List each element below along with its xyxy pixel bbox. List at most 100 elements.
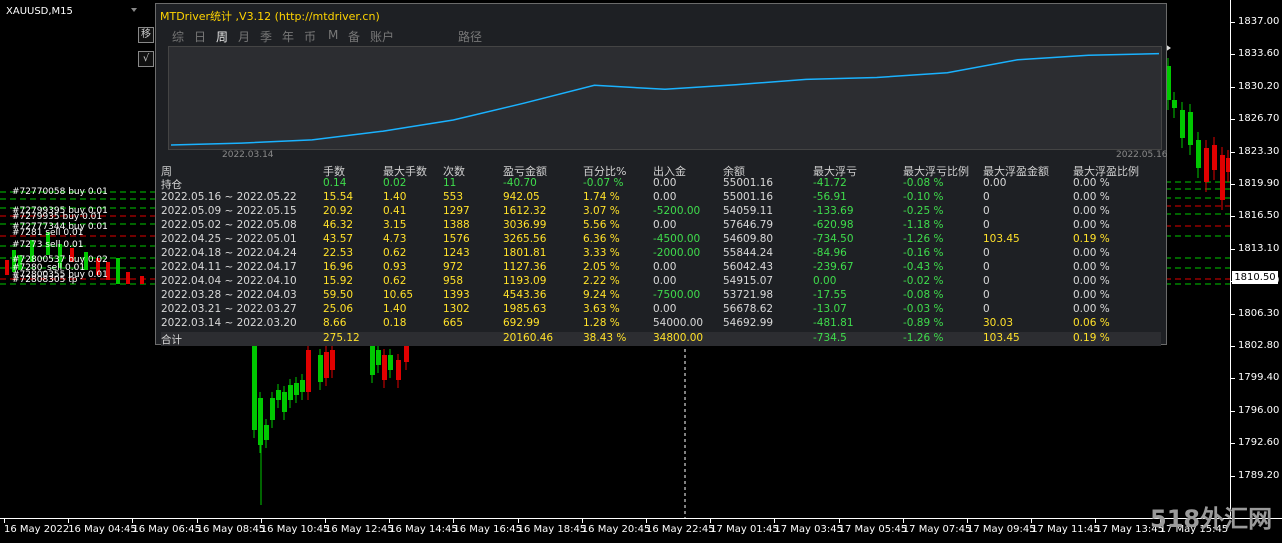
tab-7[interactable]: M xyxy=(328,28,338,42)
candle xyxy=(370,345,375,375)
table-cell: 0.41 xyxy=(383,205,407,217)
time-tick: 17 May 01:45 xyxy=(710,519,779,535)
tab-5[interactable]: 年 xyxy=(282,28,294,45)
candle xyxy=(1212,145,1217,170)
table-cell: 54059.11 xyxy=(723,205,774,217)
table-row: 2022.05.09 ~ 2022.05.15 20.92 0.41 1297 1612… xyxy=(161,205,1161,219)
table-cell: 25.06 xyxy=(323,303,354,315)
tab-10[interactable]: 路径 xyxy=(458,28,482,45)
table-cell: -0.03 % xyxy=(903,303,944,315)
table-cell: -0.02 % xyxy=(903,275,944,287)
table-cell: 0.00 % xyxy=(1073,219,1110,231)
time-tick: 17 May 07:45 xyxy=(902,519,972,535)
table-cell: 0 xyxy=(983,261,990,273)
table-cell: 3.07 % xyxy=(583,205,620,217)
price-tick: 1830.20 xyxy=(1231,81,1282,93)
table-cell: 1.28 % xyxy=(583,317,620,329)
table-cell: 0.00 xyxy=(653,275,677,287)
time-tick: 16 May 14:45 xyxy=(389,519,458,535)
table-cell: -0.08 % xyxy=(903,289,944,301)
table-row: 持仓 0.14 0.02 11 -40.70 -0.07 % 0.00 55001.16 -41… xyxy=(161,177,1161,191)
table-cell: 2022.05.16 ~ 2022.05.22 xyxy=(161,191,297,203)
candle xyxy=(288,385,293,400)
table-cell: -481.81 xyxy=(813,317,854,329)
candle xyxy=(1180,110,1185,138)
table-cell: 1243 xyxy=(443,247,470,259)
price-tick: 1789.20 xyxy=(1231,470,1282,482)
tab-3[interactable]: 月 xyxy=(238,28,250,45)
candle xyxy=(258,398,263,445)
order-label: #72808305 tp xyxy=(12,275,78,285)
table-cell: 1.40 xyxy=(383,191,407,203)
table-cell: 2022.05.02 ~ 2022.05.08 xyxy=(161,219,297,231)
tab-8[interactable]: 备 xyxy=(348,28,360,45)
candle xyxy=(396,360,401,380)
table-cell: 持仓 xyxy=(161,179,182,191)
table-cell: 54609.80 xyxy=(723,233,774,245)
table-cell: -0.10 % xyxy=(903,191,944,203)
table-cell: -133.69 xyxy=(813,205,854,217)
price-tick: 1792.60 xyxy=(1231,437,1282,449)
table-cell: 0.00 % xyxy=(1073,261,1110,273)
tab-9[interactable]: 账户 xyxy=(370,28,394,45)
move-button[interactable]: 移 xyxy=(138,27,154,43)
table-cell: 34800.00 xyxy=(653,332,704,344)
confirm-button[interactable]: √ xyxy=(138,51,154,67)
candle xyxy=(5,260,9,275)
table-cell: 0.00 % xyxy=(1073,205,1110,217)
table-cell: -2000.00 xyxy=(653,247,701,259)
table-cell: 54692.99 xyxy=(723,317,774,329)
panel-title: MTDriver统计 ,V3.12 (http://mtdriver.cn) xyxy=(160,10,380,23)
table-cell: -734.50 xyxy=(813,233,854,245)
table-cell: 4.73 xyxy=(383,233,407,245)
candle xyxy=(126,272,130,284)
table-cell: 665 xyxy=(443,317,464,329)
table-cell: -40.70 xyxy=(503,177,537,189)
table-cell: 1127.36 xyxy=(503,261,547,273)
table-row: 2022.05.16 ~ 2022.05.22 15.54 1.40 553 942.0… xyxy=(161,191,1161,205)
table-cell: -7500.00 xyxy=(653,289,701,301)
table-cell: 54000.00 xyxy=(653,317,704,329)
tab-0[interactable]: 综 xyxy=(172,28,184,45)
table-cell: 1985.63 xyxy=(503,303,547,315)
tab-1[interactable]: 日 xyxy=(194,28,206,45)
price-tick: 1823.30 xyxy=(1231,146,1282,158)
table-cell: 0.00 xyxy=(653,219,677,231)
table-cell: 0.00 % xyxy=(1073,275,1110,287)
tab-6[interactable]: 币 xyxy=(304,28,316,45)
candle xyxy=(324,352,329,378)
table-cell: 2022.05.09 ~ 2022.05.15 xyxy=(161,205,297,217)
table-cell: 30.03 xyxy=(983,317,1014,329)
table-cell: 1388 xyxy=(443,219,470,231)
plot-start-date: 2022.03.14 xyxy=(222,150,274,160)
table-cell: 0 xyxy=(983,303,990,315)
table-cell: 56042.43 xyxy=(723,261,774,273)
table-cell: 20.92 xyxy=(323,205,354,217)
table-cell: 2022.03.21 ~ 2022.03.27 xyxy=(161,303,297,315)
price-tick: 1819.90 xyxy=(1231,178,1282,190)
candle xyxy=(252,345,257,430)
table-cell: 53721.98 xyxy=(723,289,774,301)
tab-2[interactable]: 周 xyxy=(216,28,228,45)
table-cell: -620.98 xyxy=(813,219,854,231)
table-cell: 958 xyxy=(443,275,464,287)
order-label: #7273 sell 0.01 xyxy=(12,240,84,250)
current-price-label: 1810.50 xyxy=(1232,271,1278,284)
price-tick: 1833.60 xyxy=(1231,48,1282,60)
table-cell: 1297 xyxy=(443,205,470,217)
table-cell: -13.07 xyxy=(813,303,847,315)
table-cell: 0.00 % xyxy=(1073,289,1110,301)
table-cell: 6.36 % xyxy=(583,233,620,245)
time-tick: 16 May 16:45 xyxy=(453,519,522,535)
tab-4[interactable]: 季 xyxy=(260,28,272,45)
table-cell: 55001.16 xyxy=(723,191,774,203)
table-cell: 1801.81 xyxy=(503,247,547,259)
table-cell: 15.92 xyxy=(323,275,354,287)
table-cell: 0 xyxy=(983,275,990,287)
table-cell: 275.12 xyxy=(323,332,360,344)
candle xyxy=(140,276,144,284)
table-cell: 0 xyxy=(983,191,990,203)
table-header: 周手数 最大手数 次数 盈亏金额 百分比% 出入金 余额 最大浮亏 最大浮亏比例 最大浮盈金额 最大… xyxy=(161,163,1161,178)
table-cell: 0 xyxy=(983,289,990,301)
table-cell: 1576 xyxy=(443,233,470,245)
